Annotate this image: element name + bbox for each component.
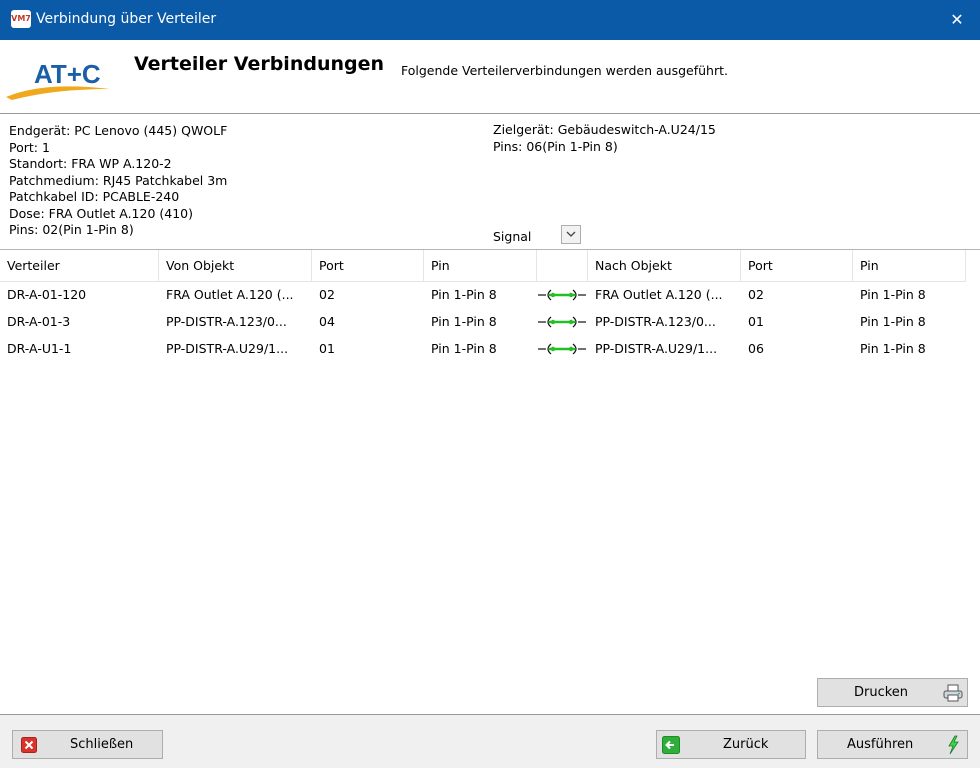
table-row[interactable]: DR-A-01-120 FRA Outlet A.120 (... 02 Pin 1-… xyxy=(0,281,966,308)
table-header: Verteiler Von Objekt Port Pin Nach Objek… xyxy=(0,250,966,282)
dialog-title: Verteiler Verbindungen xyxy=(134,53,385,75)
title-bar: VM7 Verbindung über Verteiler ✕ xyxy=(0,0,980,40)
cell-pin-from: Pin 1-Pin 8 xyxy=(431,341,497,356)
target-pins-label: Pins: 06(Pin 1-Pin 8) xyxy=(493,138,618,154)
printer-icon xyxy=(943,684,963,702)
execute-button-label: Ausführen xyxy=(847,737,914,752)
cell-pin-from: Pin 1-Pin 8 xyxy=(431,314,497,329)
zielgeraet-label: Zielgerät: Gebäudeswitch-A.U24/15 xyxy=(493,122,716,137)
column-header-von-objekt[interactable]: Von Objekt xyxy=(159,250,312,281)
connection-link-icon xyxy=(538,343,586,355)
cell-port-to: 01 xyxy=(748,314,764,329)
cell-pin-to: Pin 1-Pin 8 xyxy=(860,287,926,302)
table-row[interactable]: DR-A-U1-1 PP-DISTR-A.U29/1... 01 Pin 1-Pin … xyxy=(0,335,966,362)
table-row[interactable]: DR-A-01-3 PP-DISTR-A.123/0... 04 Pin 1-Pin … xyxy=(0,308,966,335)
column-header-pin-from[interactable]: Pin xyxy=(424,250,537,281)
source-info: Endgerät: PC Lenovo (445) QWOLF Port: 1 … xyxy=(9,123,227,239)
cell-verteiler: DR-A-01-120 xyxy=(7,287,87,302)
patchkabel-id-label: Patchkabel ID: PCABLE-240 xyxy=(9,189,180,204)
cell-nach-objekt: PP-DISTR-A.U29/1... xyxy=(595,341,718,356)
cell-von-objekt: PP-DISTR-A.123/0... xyxy=(166,314,287,329)
patchmedium-label: Patchmedium: RJ45 Patchkabel 3m xyxy=(9,172,228,188)
cell-von-objekt: FRA Outlet A.120 (... xyxy=(166,287,294,302)
cell-verteiler: DR-A-U1-1 xyxy=(7,341,72,356)
endgeraet-label: Endgerät: PC Lenovo (445) QWOLF xyxy=(9,123,228,138)
cell-verteiler: DR-A-01-3 xyxy=(7,314,71,329)
column-header-port-from[interactable]: Port xyxy=(312,250,424,281)
lightning-icon xyxy=(948,735,959,755)
close-button-label: Schließen xyxy=(70,737,134,752)
standort-label: Standort: FRA WP A.120-2 xyxy=(9,156,172,171)
print-button[interactable]: Drucken xyxy=(817,678,968,707)
target-info: Zielgerät: Gebäudeswitch-A.U24/15 Pins: … xyxy=(493,122,716,155)
back-button[interactable]: Zurück xyxy=(656,730,806,759)
cell-port-to: 02 xyxy=(748,287,764,302)
cell-port-from: 01 xyxy=(319,341,335,356)
cell-port-from: 02 xyxy=(319,287,335,302)
signal-label: Signal xyxy=(493,229,532,244)
chevron-down-icon xyxy=(566,231,576,237)
signal-dropdown[interactable] xyxy=(561,225,581,244)
connections-table: Verteiler Von Objekt Port Pin Nach Objek… xyxy=(0,249,980,674)
print-button-label: Drucken xyxy=(854,685,909,700)
execute-button[interactable]: Ausführen xyxy=(817,730,968,759)
dialog-description: Folgende Verteilerverbindungen werden au… xyxy=(401,63,728,78)
source-pins-label: Pins: 02(Pin 1-Pin 8) xyxy=(9,222,134,237)
port-label: Port: 1 xyxy=(9,139,50,155)
window-title: Verbindung über Verteiler xyxy=(36,11,217,27)
column-header-verteiler[interactable]: Verteiler xyxy=(0,250,159,281)
column-header-nach-objekt[interactable]: Nach Objekt xyxy=(588,250,741,281)
cell-nach-objekt: PP-DISTR-A.123/0... xyxy=(595,314,716,329)
atc-logo: AT+C xyxy=(6,59,110,100)
dose-label: Dose: FRA Outlet A.120 (410) xyxy=(9,205,194,221)
column-header-port-to[interactable]: Port xyxy=(741,250,853,281)
close-button[interactable]: Schließen xyxy=(12,730,163,759)
cell-nach-objekt: FRA Outlet A.120 (... xyxy=(595,287,723,302)
close-red-icon xyxy=(21,737,37,753)
cell-pin-to: Pin 1-Pin 8 xyxy=(860,314,926,329)
column-header-connection[interactable] xyxy=(537,250,588,281)
cell-pin-to: Pin 1-Pin 8 xyxy=(860,341,926,356)
dialog-header: AT+C Verteiler Verbindungen Folgende Ver… xyxy=(0,40,980,114)
close-window-button[interactable]: ✕ xyxy=(944,8,970,32)
cell-pin-from: Pin 1-Pin 8 xyxy=(431,287,497,302)
app-icon: VM7 xyxy=(11,10,31,28)
cell-port-from: 04 xyxy=(319,314,335,329)
cell-von-objekt: PP-DISTR-A.U29/1... xyxy=(166,341,289,356)
column-header-pin-to[interactable]: Pin xyxy=(853,250,966,281)
cell-port-to: 06 xyxy=(748,341,764,356)
connection-link-icon xyxy=(538,289,586,301)
back-arrow-icon xyxy=(662,736,680,754)
connection-link-icon xyxy=(538,316,586,328)
logo-text: AT+C xyxy=(34,59,101,89)
back-button-label: Zurück xyxy=(723,737,769,752)
